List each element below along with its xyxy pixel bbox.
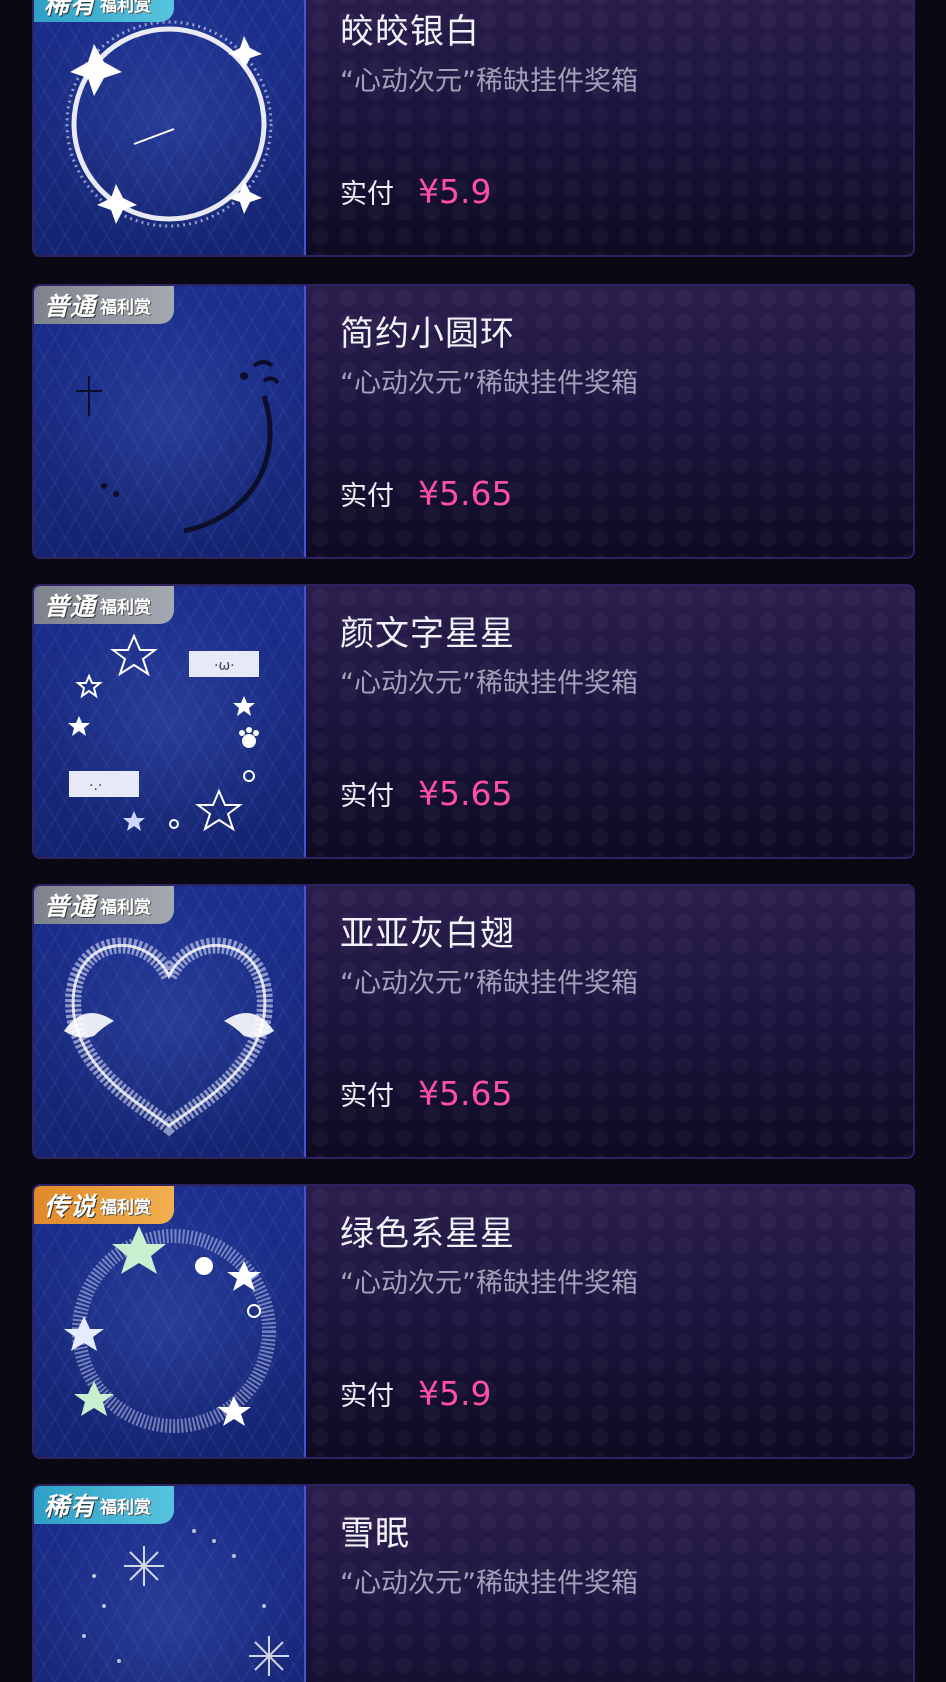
price-row: 实付 ¥5.9 [340, 172, 491, 211]
badge-sub: 福利赏 [100, 897, 152, 917]
price-label: 实付 [340, 781, 394, 812]
prize-card[interactable]: 稀有 福利赏 皎皎银白 “心动次元”稀缺挂件奖箱 实付 ¥5.9 [32, 0, 915, 257]
prize-card[interactable]: 稀有 福利赏 雪眠 “心动次元”稀缺挂件奖箱 [32, 1484, 915, 1682]
simple-ring-icon [76, 360, 280, 534]
rarity-badge: 传说 福利赏 [34, 1186, 174, 1224]
prize-card[interactable]: 传说 福利赏 绿色系星星 “心动次元”稀缺挂件奖箱 实付 ¥5.9 [32, 1184, 915, 1459]
badge-sub: 福利赏 [100, 297, 152, 317]
item-description: “心动次元”稀缺挂件奖箱 [340, 368, 638, 399]
badge-tier: 传说 [44, 1193, 97, 1221]
price-label: 实付 [340, 179, 394, 210]
rarity-badge: 普通 福利赏 [34, 586, 174, 624]
rarity-badge: 普通 福利赏 [34, 886, 174, 924]
frame-thumbnail: 普通 福利赏 ·ω· ·.· [34, 586, 306, 857]
item-title: 颜文字星星 [340, 614, 515, 654]
frame-thumbnail: 稀有 福利赏 [34, 1486, 306, 1682]
emoticon-stars-icon: ·ω· ·.· [68, 633, 259, 832]
price-label: 实付 [340, 1081, 394, 1112]
price-row: 实付 ¥5.65 [340, 1074, 512, 1113]
price-value: ¥5.9 [418, 1374, 492, 1413]
frame-thumbnail: 普通 福利赏 [34, 886, 306, 1157]
price-value: ¥5.65 [418, 474, 513, 513]
winged-heart-icon [64, 937, 274, 1137]
badge-sub: 福利赏 [100, 1197, 152, 1217]
svg-text:·ω·: ·ω· [214, 658, 235, 674]
badge-tier: 稀有 [44, 0, 97, 19]
badge-sub: 福利赏 [100, 1497, 152, 1517]
item-title: 皎皎银白 [340, 12, 480, 52]
price-row: 实付 ¥5.9 [340, 1374, 491, 1413]
item-description: “心动次元”稀缺挂件奖箱 [340, 66, 638, 97]
rarity-badge: 普通 福利赏 [34, 286, 174, 324]
item-description: “心动次元”稀缺挂件奖箱 [340, 968, 638, 999]
prize-card[interactable]: 普通 福利赏 亚亚灰白翅 “心动次元”稀缺挂件奖箱 实付 ¥5.65 [32, 884, 915, 1159]
rarity-badge: 稀有 福利赏 [34, 0, 174, 22]
green-stars-ring-icon [64, 1226, 276, 1433]
item-description: “心动次元”稀缺挂件奖箱 [340, 668, 638, 699]
price-row: 实付 ¥5.65 [340, 474, 512, 513]
prize-list: 稀有 福利赏 皎皎银白 “心动次元”稀缺挂件奖箱 实付 ¥5.9 普通 福利赏 … [0, 0, 946, 1682]
badge-sub: 福利赏 [100, 597, 152, 617]
frame-thumbnail: 传说 福利赏 [34, 1186, 306, 1457]
price-value: ¥5.65 [418, 774, 513, 813]
rarity-badge: 稀有 福利赏 [34, 1486, 174, 1524]
item-description: “心动次元”稀缺挂件奖箱 [340, 1268, 638, 1299]
item-title: 简约小圆环 [340, 314, 515, 354]
badge-tier: 普通 [44, 893, 97, 921]
item-title: 亚亚灰白翅 [340, 914, 515, 954]
item-description: “心动次元”稀缺挂件奖箱 [340, 1568, 638, 1599]
prize-card[interactable]: 普通 福利赏 ·ω· ·.· 颜文字星星 “心动次元”稀缺挂件奖箱 实付 ¥5.… [32, 584, 915, 859]
badge-tier: 稀有 [44, 1493, 97, 1521]
item-title: 绿色系星星 [340, 1214, 515, 1254]
price-label: 实付 [340, 481, 394, 512]
silver-ring-icon [65, 20, 273, 228]
prize-card[interactable]: 普通 福利赏 简约小圆环 “心动次元”稀缺挂件奖箱 实付 ¥5.65 [32, 284, 915, 559]
frame-thumbnail: 稀有 福利赏 [34, 0, 306, 255]
price-value: ¥5.9 [418, 172, 492, 211]
svg-text:·.·: ·.· [89, 778, 102, 794]
price-value: ¥5.65 [418, 1074, 513, 1113]
badge-tier: 普通 [44, 593, 97, 621]
badge-sub: 福利赏 [100, 0, 152, 15]
price-row: 实付 ¥5.65 [340, 774, 512, 813]
item-title: 雪眠 [340, 1514, 410, 1554]
price-label: 实付 [340, 1381, 394, 1412]
badge-tier: 普通 [44, 293, 97, 321]
frame-thumbnail: 普通 福利赏 [34, 286, 306, 557]
